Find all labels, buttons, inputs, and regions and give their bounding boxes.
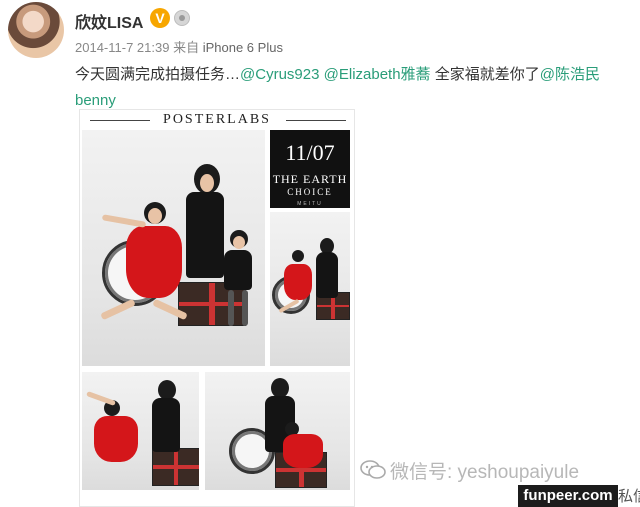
private-message-link[interactable]: 私信 — [618, 485, 640, 506]
date-line3: MEITU — [297, 201, 323, 207]
date-line2: CHOICE — [287, 187, 333, 197]
date-text: 11/07 — [285, 140, 335, 165]
verified-v-icon: V — [150, 8, 170, 28]
post-text: 今天圆满完成拍摄任务…@Cyrus923 @Elizabeth雅蕎 全家福就差你… — [75, 62, 635, 114]
mention-elizabeth[interactable]: @Elizabeth雅蕎 — [324, 66, 431, 83]
wechat-watermark: 微信号: yeshoupaiyule — [390, 462, 580, 483]
site-watermark: funpeer.com — [518, 485, 618, 507]
username[interactable]: 欣妏LISA — [75, 9, 143, 33]
source-device[interactable]: iPhone 6 Plus — [203, 40, 283, 55]
photo-main — [82, 130, 265, 366]
photo-bottom-left — [82, 372, 199, 490]
photo-bottom-right — [205, 372, 350, 490]
post-text-lead: 今天圆满完成拍摄任务… — [75, 66, 241, 83]
post-timestamp[interactable]: 2014-11-7 21:39 — [75, 40, 169, 55]
photo-right — [270, 212, 350, 366]
member-icon[interactable] — [174, 10, 190, 26]
post-meta: 2014-11-7 21:39 来自 iPhone 6 Plus — [75, 37, 283, 56]
avatar[interactable] — [8, 2, 64, 58]
wechat-icon — [360, 460, 386, 479]
mention-chen[interactable]: @陈浩民 — [540, 66, 600, 83]
post-text-mid: 全家福就差你了 — [434, 66, 540, 83]
mention-benny[interactable]: benny — [75, 92, 116, 109]
source-prefix: 来自 — [173, 40, 200, 55]
post-image-card[interactable]: POSTERLABS 11/07 THE EARTH CHOICE MEITU — [79, 109, 355, 507]
brand-rule-right — [286, 120, 346, 121]
mention-cyrus[interactable]: @Cyrus923 — [240, 66, 319, 83]
date-panel: 11/07 THE EARTH CHOICE MEITU — [270, 130, 350, 208]
date-line1: THE EARTH — [272, 172, 348, 186]
